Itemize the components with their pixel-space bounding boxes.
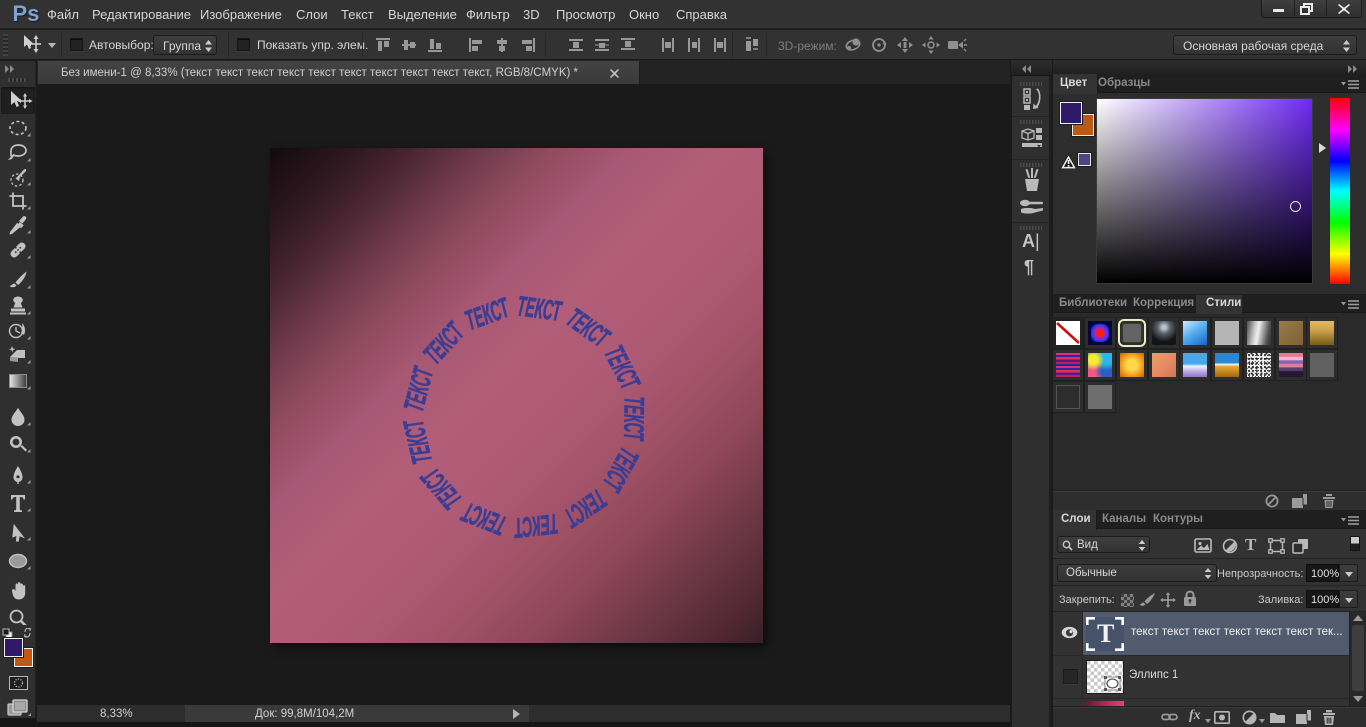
svg-text:ТЕКСТ: ТЕКСТ [596,443,645,498]
svg-text:ТЕКСТ: ТЕКСТ [561,302,616,354]
svg-text:ТЕКСТ: ТЕКСТ [515,290,564,327]
svg-text:ТЕКСТ: ТЕКСТ [457,496,511,541]
svg-text:ТЕКСТ: ТЕКСТ [398,363,439,415]
svg-text:ТЕКСТ: ТЕКСТ [415,461,468,516]
svg-text:ТЕКСТ: ТЕКСТ [461,292,514,337]
svg-text:ТЕКСТ: ТЕКСТ [557,483,612,534]
svg-text:ТЕКСТ: ТЕКСТ [598,341,646,396]
svg-text:ТЕКСТ: ТЕКСТ [417,316,471,370]
svg-text:ТЕКСТ: ТЕКСТ [397,415,437,466]
svg-text:ТЕКСТ: ТЕКСТ [618,396,650,442]
svg-text:ТЕКСТ: ТЕКСТ [511,508,560,544]
